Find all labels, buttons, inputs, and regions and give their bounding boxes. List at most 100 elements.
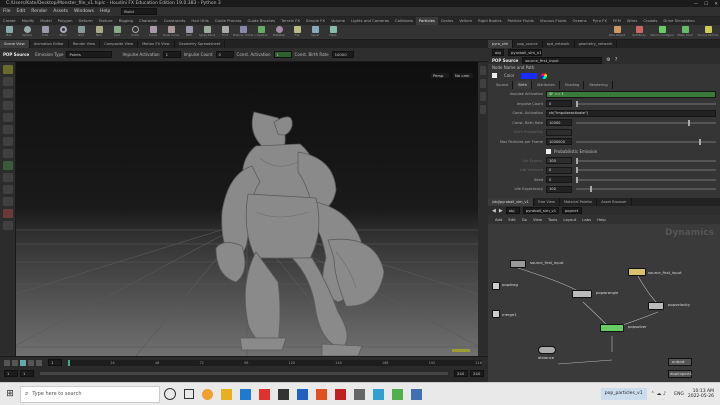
tab-rendering[interactable]: Rendering	[585, 81, 613, 89]
display-icon[interactable]	[480, 66, 486, 75]
tab-source[interactable]: Source	[492, 81, 514, 89]
shelf-tab-character[interactable]: Character	[136, 17, 161, 25]
seed-slider[interactable]	[576, 176, 716, 183]
play-icon[interactable]	[20, 359, 26, 366]
node-popwrangle[interactable]	[572, 290, 592, 298]
snap-tool-icon[interactable]	[3, 149, 13, 158]
node-source-first-input[interactable]	[628, 268, 646, 276]
menu-windows[interactable]: Windows	[71, 7, 97, 17]
tool-curve[interactable]: Curve	[147, 26, 159, 38]
tab-animation-editor[interactable]: Animation Editor	[30, 40, 69, 48]
tool-lsystem[interactable]: L-System	[255, 26, 267, 38]
snap-curve-icon[interactable]	[3, 185, 13, 194]
tool-font[interactable]: Font	[219, 26, 231, 38]
clock[interactable]: 10:13 AM 2022-05-26	[688, 389, 714, 399]
snap-point-icon[interactable]	[3, 173, 13, 182]
desktop-select[interactable]: Build	[121, 8, 158, 15]
shelf-tab-lights[interactable]: Lights and Cameras	[348, 17, 392, 25]
path-root[interactable]: obj	[492, 48, 504, 56]
edge-icon[interactable]	[240, 388, 251, 400]
life-expect-slider[interactable]	[576, 157, 716, 164]
chrome-icon[interactable]	[202, 388, 213, 400]
shelf-tab-collisions[interactable]: Collisions	[392, 17, 416, 25]
windows-start-icon[interactable]: ⊞	[0, 389, 20, 399]
forward-icon[interactable]: ▶	[499, 208, 503, 214]
shelf-tab-guide-brushes[interactable]: Guide Brushes	[245, 17, 279, 25]
max-particles-slider[interactable]	[576, 138, 716, 145]
net-menu-help[interactable]: Help	[594, 217, 609, 222]
impulse-activation-input[interactable]: $F == 1	[546, 90, 716, 98]
net-menu-layout[interactable]: Layout	[560, 217, 579, 222]
last-frame-icon[interactable]	[36, 359, 42, 366]
shelf-tab-viscous-fluids[interactable]: Viscous Fluids	[537, 17, 570, 25]
tool-null[interactable]: Null	[93, 26, 105, 38]
tab-birth[interactable]: Birth	[514, 81, 532, 89]
lock-icon[interactable]	[3, 221, 13, 230]
scale-tool-icon[interactable]	[3, 101, 13, 110]
app-icon-2[interactable]	[335, 388, 346, 400]
taskbar-active-app[interactable]: pop_particles_v1	[600, 388, 647, 400]
impulse-count-field[interactable]: 0	[215, 51, 234, 58]
tool-vellum-configure[interactable]: Vellum Configure	[650, 26, 674, 38]
houdini-icon[interactable]	[316, 388, 327, 400]
taskbar-search[interactable]: ⌕ Type here to search	[20, 385, 160, 403]
node-merge[interactable]	[492, 310, 500, 318]
shelf-tab-volume[interactable]: Volume	[328, 17, 348, 25]
tool-platonic[interactable]: Platonic Solids	[233, 26, 253, 38]
net-menu-tools[interactable]: Tools	[545, 217, 560, 222]
tool-tube[interactable]: Tube	[39, 26, 51, 38]
life-expectancy-slider[interactable]	[576, 186, 716, 193]
net-menu-go[interactable]: Go	[519, 217, 530, 222]
menu-help[interactable]: Help	[97, 7, 113, 17]
view-tool-icon[interactable]	[3, 137, 13, 146]
language-indicator[interactable]: ENG	[674, 392, 684, 397]
shelf-tab-create[interactable]: Create	[0, 17, 19, 25]
shelf-tab-terrain-fx[interactable]: Terrain FX	[278, 17, 303, 25]
pose-tool-icon[interactable]	[3, 125, 13, 134]
shelf-tab-particles[interactable]: Particles	[415, 17, 438, 25]
node-popvelocity[interactable]	[648, 302, 664, 310]
network-editor[interactable]: Dynamics source_first_input source_first…	[488, 224, 720, 382]
end-frame-field[interactable]: 240	[454, 369, 468, 377]
frame-ruler[interactable]: 124487296120144168192216	[68, 359, 482, 366]
menu-file[interactable]: File	[0, 7, 14, 17]
path-node[interactable]: pyroball_sim_v1	[508, 48, 542, 56]
tab-network-path[interactable]: /obj/pyroball_sim_v1	[488, 198, 534, 206]
tool-sphere[interactable]: Sphere	[21, 26, 33, 38]
ghost-icon[interactable]	[480, 105, 486, 114]
tab-geometry-spreadsheet[interactable]: Geometry Spreadsheet	[175, 40, 226, 48]
shelf-tab-vellum[interactable]: Vellum	[456, 17, 475, 25]
tab-geometry-network[interactable]: geometry_network	[575, 40, 618, 48]
birth-rate-slider[interactable]	[576, 119, 716, 126]
net-path-leaf[interactable]: popnet	[561, 207, 582, 214]
node-popdrag[interactable]	[492, 282, 500, 290]
shelf-tab-wires[interactable]: Wires	[624, 17, 641, 25]
impulse-count-input[interactable]: 0	[546, 100, 572, 108]
color-swatch[interactable]	[521, 72, 538, 79]
net-path-node[interactable]: pyroball_sim_v1	[522, 207, 559, 214]
tool-file[interactable]: File	[291, 26, 303, 38]
menu-assets[interactable]: Assets	[50, 7, 71, 17]
tool-wire-object[interactable]: Wire Object	[609, 26, 625, 38]
select-tool-icon[interactable]	[3, 65, 13, 74]
tab-asset-browser[interactable]: Asset Browser	[597, 198, 632, 206]
shelf-tab-guide-process[interactable]: Guide Process	[212, 17, 245, 25]
shelf-tab-rigid-bodies[interactable]: Rigid Bodies	[475, 17, 504, 25]
cortana-icon[interactable]	[164, 388, 176, 400]
shelf-tab-modify[interactable]: Modify	[19, 17, 38, 25]
tool-grid[interactable]: Grid	[75, 26, 87, 38]
shelf-tab-simple-fx[interactable]: Simple FX	[303, 17, 328, 25]
shelf-tab-grains[interactable]: Grains	[438, 17, 456, 25]
file-explorer-icon[interactable]	[221, 388, 232, 400]
handle-tool-icon[interactable]	[3, 113, 13, 122]
emission-type-select[interactable]: Points	[66, 51, 113, 58]
shelf-tab-crowds[interactable]: Crowds	[640, 17, 660, 25]
tab-composite-view[interactable]: Composite View	[100, 40, 139, 48]
snap-grid-icon[interactable]	[3, 161, 13, 170]
snap-multi-icon[interactable]	[3, 197, 13, 206]
shelf-tab-deform[interactable]: Deform	[76, 17, 96, 25]
shelf-tab-pyro-fx[interactable]: Pyro FX	[590, 17, 610, 25]
impulse-count-slider[interactable]	[576, 100, 716, 107]
birth-probability-input[interactable]	[546, 128, 572, 136]
tool-soft-body[interactable]: Soft Body	[631, 26, 647, 38]
